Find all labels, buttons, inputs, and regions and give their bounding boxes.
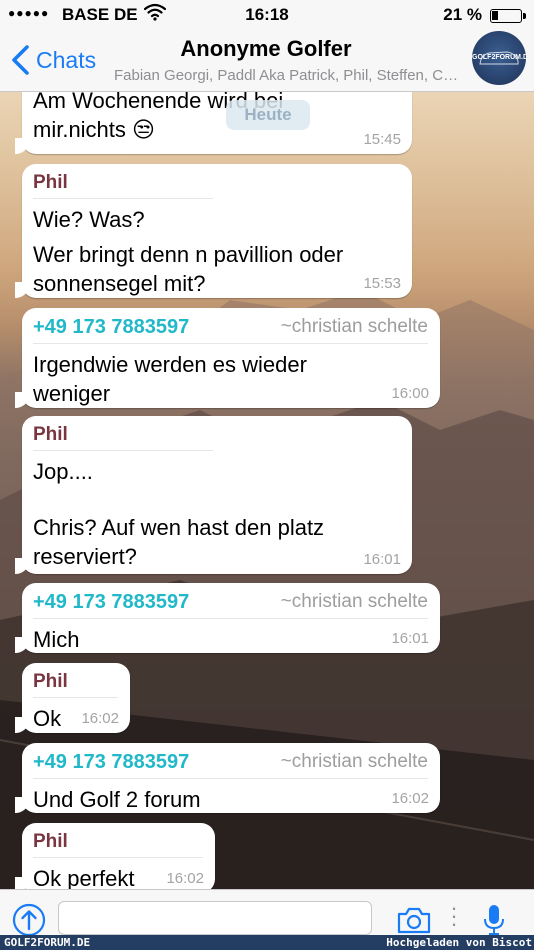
message-time: 16:00 [391,385,429,402]
message-line: Am Wochenende wird bei [33,92,284,113]
sender-alias: ~christian schelte [280,316,428,337]
chevron-left-icon [12,45,29,75]
message-bubble[interactable]: +49 173 7883597 ~christian schelte Irgen… [15,308,440,408]
sender-name[interactable]: Phil [33,671,118,693]
message-list[interactable]: Am Wochenende wird bei mir.nichts 😒 15:4… [0,92,534,889]
message-line: Chris? Auf wen hast den platz [33,515,325,540]
message-time: 15:53 [363,275,401,292]
message-time: 16:02 [391,790,429,807]
group-avatar[interactable]: GOLF2FORUM.DE [472,31,526,85]
group-members-list[interactable]: Fabian Georgi, Paddl Aka Patrick, Phil, … [114,67,466,84]
sender-divider [33,778,428,779]
message-bubble[interactable]: +49 173 7883597 ~christian schelte Mich … [15,583,440,653]
message-time: 16:02 [81,710,119,727]
message-line: Irgendwie werden es wieder [33,352,307,377]
watermark-bar: GOLF2FORUM.DE Hochgeladen von Biscot [0,935,534,950]
sender-alias: ~christian schelte [280,591,428,612]
battery-icon [490,9,526,23]
message-bubble[interactable]: Phil Jop.... Chris? Auf wen hast den pla… [15,416,412,574]
more-dots-icon[interactable]: · · · [450,897,458,935]
message-bubble[interactable]: Phil Ok 16:02 [15,663,130,733]
message-bubble[interactable]: +49 173 7883597 ~christian schelte Und G… [15,743,440,813]
message-time: 16:01 [363,551,401,568]
sender-name[interactable]: Phil [33,172,400,194]
sender-divider [33,618,428,619]
battery-fill [492,11,498,20]
message-line: Mich [33,627,80,652]
message-time: 16:01 [391,630,429,647]
message-time: 16:02 [166,870,204,887]
message-bubble[interactable]: Phil Wie? Was? Wer bringt denn n pavilli… [15,164,412,298]
message-bubble[interactable]: Am Wochenende wird bei mir.nichts 😒 15:4… [15,92,412,154]
sender-name[interactable]: Phil [33,424,400,446]
message-line: Jop.... [33,459,93,484]
sender-divider [33,857,203,858]
status-bar: ●●●●● BASE DE 16:18 21 % [0,0,534,30]
message-time: 15:45 [363,131,401,148]
watermark-uploader: Hochgeladen von Biscot [386,936,532,949]
message-line: reserviert? [33,544,137,569]
message-line: sonnensegel mit? [33,271,206,296]
microphone-icon[interactable] [482,903,506,937]
message-input[interactable] [58,901,372,935]
sender-divider [33,343,428,344]
message-bubble[interactable]: Phil Ok perfekt 16:02 [15,823,215,889]
sender-alias: ~christian schelte [280,751,428,772]
avatar-logo-text: GOLF2FORUM.DE [472,54,526,61]
chat-title[interactable]: Anonyme Golfer [120,36,412,62]
message-composer: · · · [0,889,534,937]
battery-percentage: 21 % [443,5,482,24]
camera-icon[interactable] [396,906,432,934]
watermark-site: GOLF2FORUM.DE [4,936,91,949]
back-button-label: Chats [36,46,97,73]
back-to-chats-button[interactable]: Chats [8,40,96,80]
sender-name[interactable]: Phil [33,831,203,853]
message-line: Und Golf 2 forum [33,787,201,812]
chat-header: Chats Anonyme Golfer Fabian Georgi, Padd… [0,30,534,92]
date-badge: Heute [226,100,310,130]
sender-divider [33,450,213,451]
sender-divider [33,697,118,698]
message-line: weniger [33,381,111,406]
share-arrow-icon[interactable] [12,903,46,937]
message-line: Wie? Was? [33,207,145,232]
message-line: Wer bringt denn n pavillion oder [33,242,344,267]
sender-divider [33,198,213,199]
message-line: mir.nichts 😒 [33,117,155,142]
